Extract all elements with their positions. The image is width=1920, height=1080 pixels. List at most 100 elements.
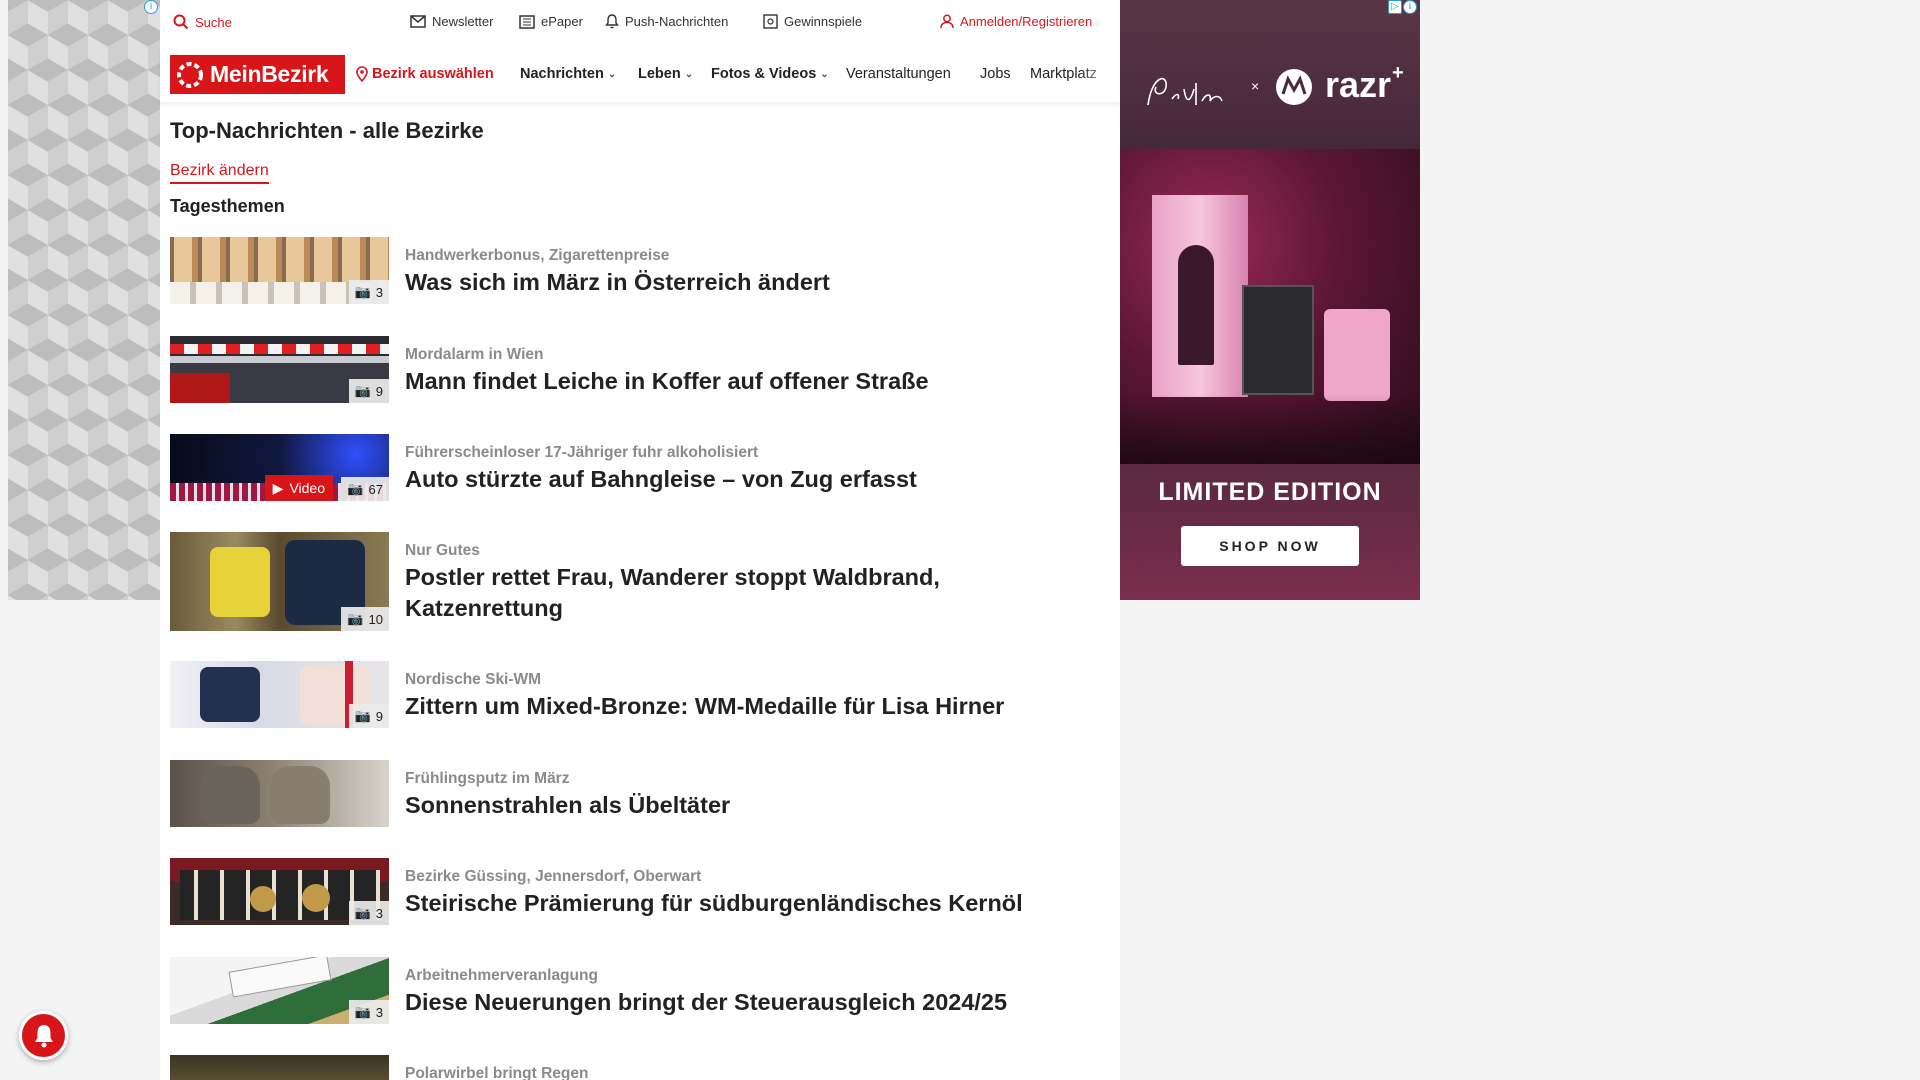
photo-count-badge: 📷 3 — [348, 1000, 389, 1024]
article-title[interactable]: Diese Neuerungen bringt der Steuerausgle… — [405, 987, 1055, 1018]
push-notification-button[interactable] — [19, 1011, 68, 1060]
photo-count-badge: 📷 10 — [341, 607, 389, 631]
article-title[interactable]: Zittern um Mixed-Bronze: WM-Medaille für… — [405, 691, 1055, 722]
bell-icon — [35, 1025, 53, 1048]
search-link[interactable]: Suche — [173, 14, 232, 30]
page-title: Top-Nachrichten - alle Bezirke — [170, 118, 484, 143]
change-district-link[interactable]: Bezirk ändern — [170, 162, 269, 184]
logo-text: MeinBezirk — [210, 61, 329, 87]
mail-icon — [410, 15, 426, 28]
epaper-label: ePaper — [541, 14, 583, 29]
article-kicker: Frühlingsputz im März — [405, 770, 570, 787]
shop-now-button[interactable]: SHOP NOW — [1181, 526, 1359, 566]
article-item[interactable]: 📷 3 Bezirke Güssing, Jennersdorf, Oberwar… — [170, 858, 1070, 925]
photo-count-badge: 📷 9 — [348, 379, 389, 403]
gift-icon — [763, 14, 778, 29]
play-icon: ▶ — [272, 479, 284, 496]
article-title[interactable]: Auto stürzte auf Bahngleise – von Zug er… — [405, 464, 1055, 495]
photo-icon: 📷 — [347, 481, 364, 496]
photo-count: 3 — [375, 1004, 383, 1020]
ad-x: × — [1251, 78, 1260, 94]
photo-count-badge: 📷 67 — [341, 477, 389, 501]
article-kicker: Nordische Ski-WM — [405, 671, 542, 688]
article-kicker: Polarwirbel bringt Regen — [405, 1065, 589, 1080]
main-navigation: MeinBezirk Bezirk auswählen Nachrichten ⌄… — [160, 46, 1120, 102]
chevron-down-icon: ⌄ — [684, 68, 694, 80]
article-kicker: Handwerkerbonus, Zigarettenpreise — [405, 247, 670, 264]
epaper-link[interactable]: ePaper — [519, 14, 583, 29]
location-pin-icon — [356, 66, 368, 82]
article-thumbnail[interactable]: 📷 3 — [170, 237, 389, 304]
article-item[interactable]: 📷 9 Mordalarm in Wien Mann findet Leiche … — [170, 336, 1070, 403]
photo-count-badge: 📷 9 — [348, 704, 389, 728]
main-content: Suche Newsletter ePaper Push-Nachrichten… — [160, 0, 1120, 1080]
right-ad-banner[interactable]: × razr + LIMITED EDITION SHOP NOW — [1120, 0, 1420, 600]
article-thumbnail[interactable]: 📷 3 — [170, 858, 389, 925]
chevron-down-icon: ⌄ — [607, 68, 617, 80]
article-thumbnail[interactable] — [170, 760, 389, 827]
photo-count: 9 — [375, 708, 383, 724]
article-title[interactable]: Steirische Prämierung für südburgenländi… — [405, 888, 1055, 919]
photo-count: 3 — [375, 284, 383, 300]
newsletter-link[interactable]: Newsletter — [410, 14, 493, 29]
ad-brand-sup: + — [1392, 62, 1404, 84]
nav-overflow-fade — [1080, 56, 1120, 96]
article-kicker: Nur Gutes — [405, 542, 480, 559]
photo-count-badge: 📷 3 — [348, 280, 389, 304]
nav-item-nachrichten[interactable]: Nachrichten ⌄ — [520, 66, 616, 82]
article-title[interactable]: Was sich im März in Österreich ändert — [405, 267, 1055, 298]
photo-icon: 📷 — [354, 905, 371, 920]
nav-item-leben[interactable]: Leben ⌄ — [638, 66, 693, 82]
article-thumbnail[interactable] — [170, 1055, 389, 1080]
search-label: Suche — [195, 14, 232, 30]
games-link[interactable]: Gewinnspiele — [763, 14, 862, 29]
ad-choices-icon[interactable]: ▷ — [1388, 0, 1402, 14]
article-kicker: Führerscheinloser 17-Jähriger fuhr alkoh… — [405, 444, 759, 461]
site-logo[interactable]: MeinBezirk — [170, 55, 345, 94]
article-kicker: Bezirke Güssing, Jennersdorf, Oberwart — [405, 868, 702, 885]
article-thumbnail[interactable]: 📷 9 — [170, 661, 389, 728]
ad-info-icon[interactable]: i — [1403, 0, 1417, 14]
district-select[interactable]: Bezirk auswählen — [356, 66, 494, 82]
ad-product-photo — [1120, 149, 1420, 464]
article-item[interactable]: 📷 3 Handwerkerbonus, Zigarettenpreise Was… — [170, 237, 1070, 304]
article-thumbnail[interactable]: 📷 10 — [170, 532, 389, 631]
search-icon — [173, 14, 189, 30]
nav-item-jobs[interactable]: Jobs — [980, 66, 1011, 82]
chevron-down-icon: ⌄ — [820, 68, 829, 80]
login-label: Anmelden/Registrieren — [960, 14, 1093, 29]
ad-info-icon[interactable]: i — [144, 0, 158, 14]
video-badge[interactable]: ▶ Video — [264, 475, 333, 501]
district-select-label: Bezirk auswählen — [372, 66, 494, 82]
ad-tagline: LIMITED EDITION — [1158, 478, 1382, 506]
article-item[interactable]: Frühlingsputz im März Sonnenstrahlen als… — [170, 760, 1070, 827]
article-title[interactable]: Sonnenstrahlen als Übeltäter — [405, 790, 1055, 821]
photo-icon: 📷 — [347, 611, 364, 626]
article-title[interactable]: Mann findet Leiche in Koffer auf offener… — [405, 366, 1055, 397]
nav-label: Veranstaltungen — [846, 66, 951, 82]
logo-mark-icon — [177, 61, 203, 88]
nav-item-veranstaltungen[interactable]: Veranstaltungen — [846, 66, 951, 82]
article-item[interactable]: 📷 10 Nur Gutes Postler rettet Frau, Wande… — [170, 532, 1070, 631]
article-thumbnail[interactable]: 📷 9 — [170, 336, 389, 403]
photo-count: 67 — [368, 481, 383, 497]
ad-brand: razr — [1325, 64, 1392, 105]
article-thumbnail[interactable]: 📷 3 — [170, 957, 389, 1024]
article-item[interactable]: Polarwirbel bringt Regen — [170, 1055, 1070, 1080]
push-label: Push-Nachrichten — [625, 14, 729, 29]
article-item[interactable]: ▶ Video 📷 67 Führerscheinloser 17-Jähriger… — [170, 434, 1070, 501]
push-link[interactable]: Push-Nachrichten — [605, 14, 728, 29]
article-title[interactable]: Postler rettet Frau, Wanderer stoppt Wal… — [405, 562, 1055, 624]
article-item[interactable]: 📷 9 Nordische Ski-WM Zittern um Mixed-Bro… — [170, 661, 1070, 728]
nav-item-fotos-videos[interactable]: Fotos & Videos ⌄ — [711, 66, 829, 82]
section-heading: Tagesthemen — [170, 196, 285, 216]
photo-count: 10 — [368, 611, 383, 627]
left-ad-banner[interactable] — [8, 0, 160, 600]
login-link[interactable]: Anmelden/Registrieren — [940, 14, 1092, 29]
article-thumbnail[interactable]: ▶ Video 📷 67 — [170, 434, 389, 501]
article-item[interactable]: 📷 3 Arbeitnehmerveranlagung Diese Neuerun… — [170, 957, 1070, 1024]
user-icon — [940, 14, 954, 29]
photo-count: 9 — [375, 383, 383, 399]
photo-icon: 📷 — [354, 284, 371, 299]
photo-count-badge: 📷 3 — [348, 901, 389, 925]
